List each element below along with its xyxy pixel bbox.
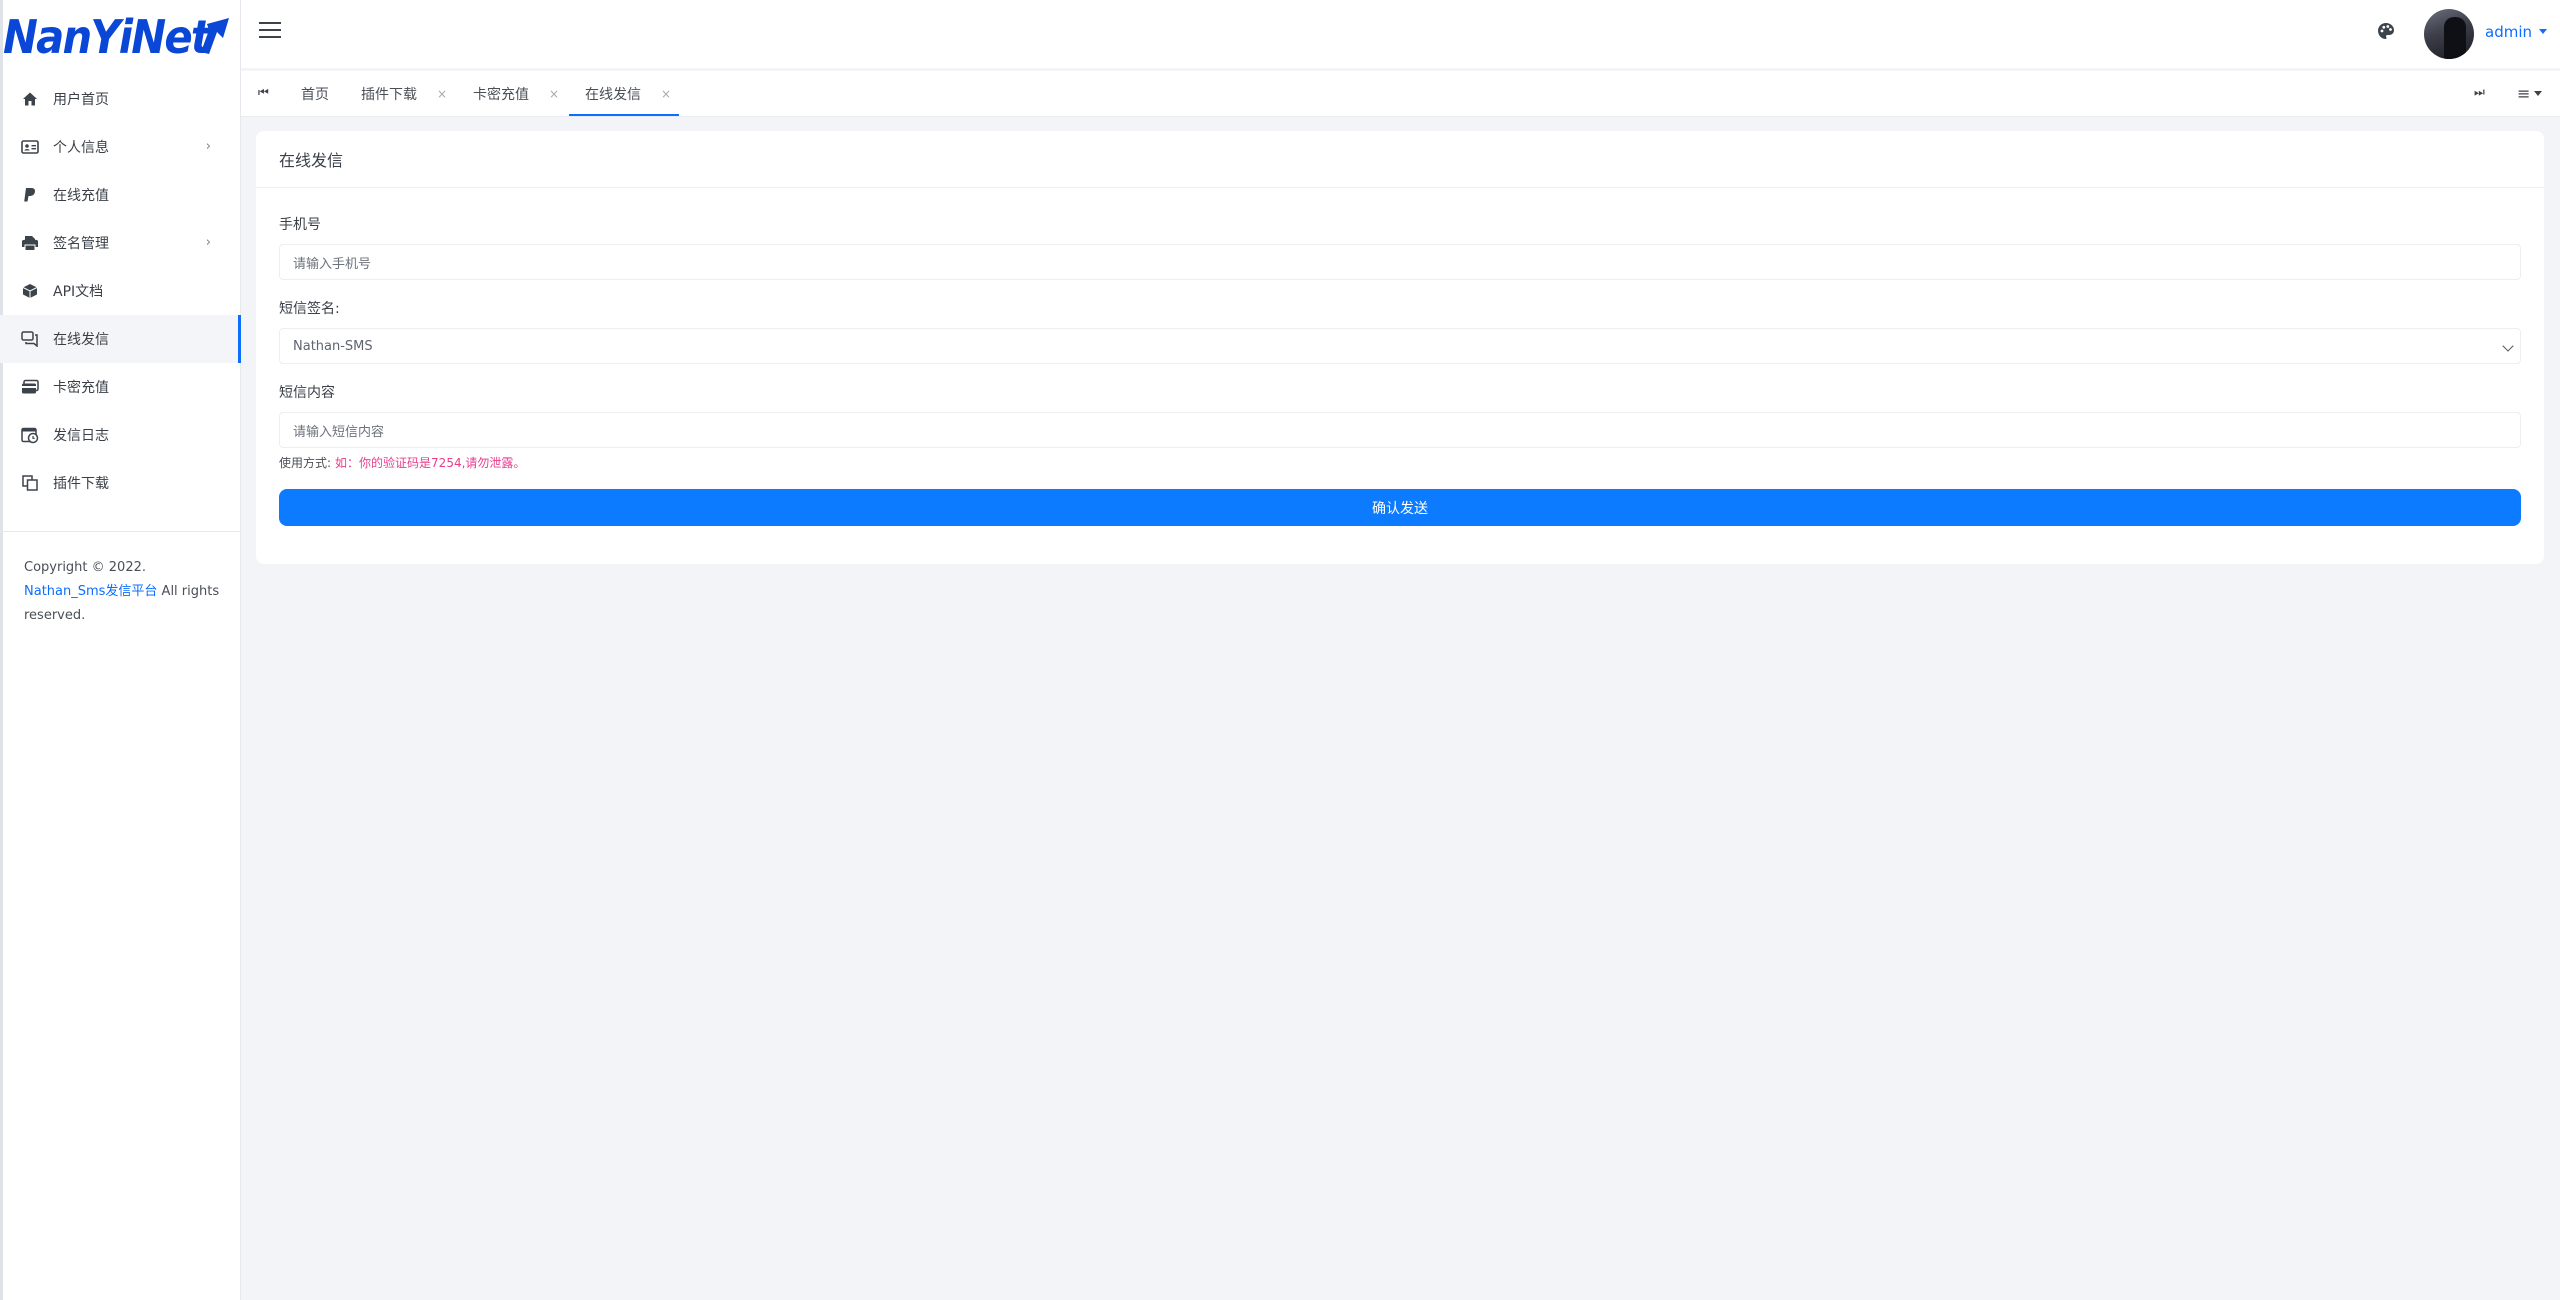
brand-logo[interactable]: NanYiNet bbox=[3, 8, 239, 62]
tab-plugin-download[interactable]: 插件下载 × bbox=[361, 71, 447, 117]
tab-close-icon[interactable]: × bbox=[437, 87, 447, 101]
calendar-clock-icon bbox=[20, 425, 40, 445]
content-input-placeholder: 请输入短信内容 bbox=[293, 424, 385, 440]
tab-send-sms[interactable]: 在线发信 × bbox=[585, 71, 671, 117]
usage-hint-prefix: 使用方式: bbox=[279, 456, 332, 470]
content-label: 短信内容 bbox=[279, 385, 335, 401]
sidebar-nav: 用户首页 个人信息 › 在线充值 签名管理 › API文档 在线发信 卡密充值 … bbox=[0, 75, 241, 507]
avatar[interactable] bbox=[2424, 9, 2474, 59]
palette-icon[interactable] bbox=[2377, 22, 2399, 44]
menu-toggle-icon[interactable] bbox=[259, 22, 281, 42]
tab-home[interactable]: 首页 bbox=[301, 71, 329, 117]
tab-label: 插件下载 bbox=[361, 87, 417, 103]
chevron-down-icon bbox=[2502, 340, 2514, 352]
tab-card-recharge[interactable]: 卡密充值 × bbox=[473, 71, 559, 117]
usage-hint: 使用方式: 如：你的验证码是7254,请勿泄露。 bbox=[279, 454, 525, 471]
sidebar-item-profile[interactable]: 个人信息 › bbox=[0, 123, 241, 171]
sidebar-item-label: API文档 bbox=[53, 284, 104, 300]
copyright: Copyright © 2022. Nathan_Sms发信平台 All rig… bbox=[24, 556, 224, 628]
chevron-right-icon: › bbox=[205, 235, 211, 250]
content-input[interactable]: 请输入短信内容 bbox=[279, 412, 2521, 448]
paypal-icon bbox=[20, 185, 40, 205]
card-title: 在线发信 bbox=[256, 131, 2544, 188]
home-icon bbox=[20, 89, 40, 109]
id-card-icon bbox=[20, 137, 40, 157]
tab-options-menu[interactable]: ≡ bbox=[2517, 84, 2542, 103]
copy-icon bbox=[20, 473, 40, 493]
sidebar-item-card-recharge[interactable]: 卡密充值 bbox=[0, 363, 241, 411]
sidebar-item-send-sms[interactable]: 在线发信 bbox=[0, 315, 241, 363]
card-icon bbox=[20, 377, 40, 397]
usage-hint-example: 如：你的验证码是7254,请勿泄露。 bbox=[335, 456, 526, 470]
confirm-send-button[interactable]: 确认发送 bbox=[279, 489, 2521, 526]
chevron-right-icon: › bbox=[205, 139, 211, 154]
sidebar-item-online-recharge[interactable]: 在线充值 bbox=[0, 171, 241, 219]
brand-logo-graphic: NanYiNet bbox=[3, 10, 229, 62]
tab-scroll-right-icon[interactable]: ⏭ bbox=[2474, 85, 2485, 100]
printer-icon bbox=[20, 233, 40, 253]
copyright-link[interactable]: Nathan_Sms发信平台 bbox=[24, 584, 157, 599]
sidebar-item-api-docs[interactable]: API文档 bbox=[0, 267, 241, 315]
sidebar-item-user-home[interactable]: 用户首页 bbox=[0, 75, 241, 123]
topbar: admin bbox=[241, 0, 2560, 68]
copyright-prefix: Copyright © 2022. bbox=[24, 560, 147, 575]
sidebar-item-label: 签名管理 bbox=[53, 236, 109, 252]
signature-select[interactable]: Nathan-SMS bbox=[279, 328, 2521, 364]
sidebar-item-label: 插件下载 bbox=[53, 476, 109, 492]
brand-logo-text: NanYiNet bbox=[3, 10, 213, 62]
cube-icon bbox=[20, 281, 40, 301]
sidebar-item-label: 在线充值 bbox=[53, 188, 109, 204]
sidebar: NanYiNet 用户首页 个人信息 › 在线充值 签名管理 › API文档 在… bbox=[0, 0, 241, 1300]
chat-icon bbox=[20, 329, 40, 349]
active-tab-indicator bbox=[569, 114, 679, 116]
sidebar-item-label: 发信日志 bbox=[53, 428, 109, 444]
phone-label: 手机号 bbox=[279, 217, 321, 233]
signature-selected-value: Nathan-SMS bbox=[293, 338, 373, 354]
tabbar: ⏮ 首页 插件下载 × 卡密充值 × 在线发信 × ⏭ ≡ bbox=[241, 71, 2560, 117]
tab-label: 在线发信 bbox=[585, 87, 641, 103]
phone-input-placeholder: 请输入手机号 bbox=[293, 256, 372, 272]
sidebar-item-plugin-download[interactable]: 插件下载 bbox=[0, 459, 241, 507]
phone-input[interactable]: 请输入手机号 bbox=[279, 244, 2521, 280]
sidebar-item-label: 在线发信 bbox=[53, 332, 109, 348]
tab-scroll-left-icon[interactable]: ⏮ bbox=[258, 85, 269, 100]
tab-close-icon[interactable]: × bbox=[661, 87, 671, 101]
sidebar-item-label: 用户首页 bbox=[53, 92, 109, 108]
sidebar-item-signature-management[interactable]: 签名管理 › bbox=[0, 219, 241, 267]
sidebar-divider bbox=[0, 531, 240, 532]
sidebar-item-send-log[interactable]: 发信日志 bbox=[0, 411, 241, 459]
sidebar-item-label: 卡密充值 bbox=[53, 380, 109, 396]
send-sms-card: 在线发信 手机号 请输入手机号 短信签名: Nathan-SMS 短信内容 请输… bbox=[256, 131, 2544, 564]
user-menu-toggle[interactable]: admin bbox=[2485, 23, 2547, 41]
signature-label: 短信签名: bbox=[279, 301, 340, 317]
sidebar-item-label: 个人信息 bbox=[53, 140, 109, 156]
tab-label: 首页 bbox=[301, 87, 329, 103]
tab-close-icon[interactable]: × bbox=[549, 87, 559, 101]
tab-label: 卡密充值 bbox=[473, 87, 529, 103]
